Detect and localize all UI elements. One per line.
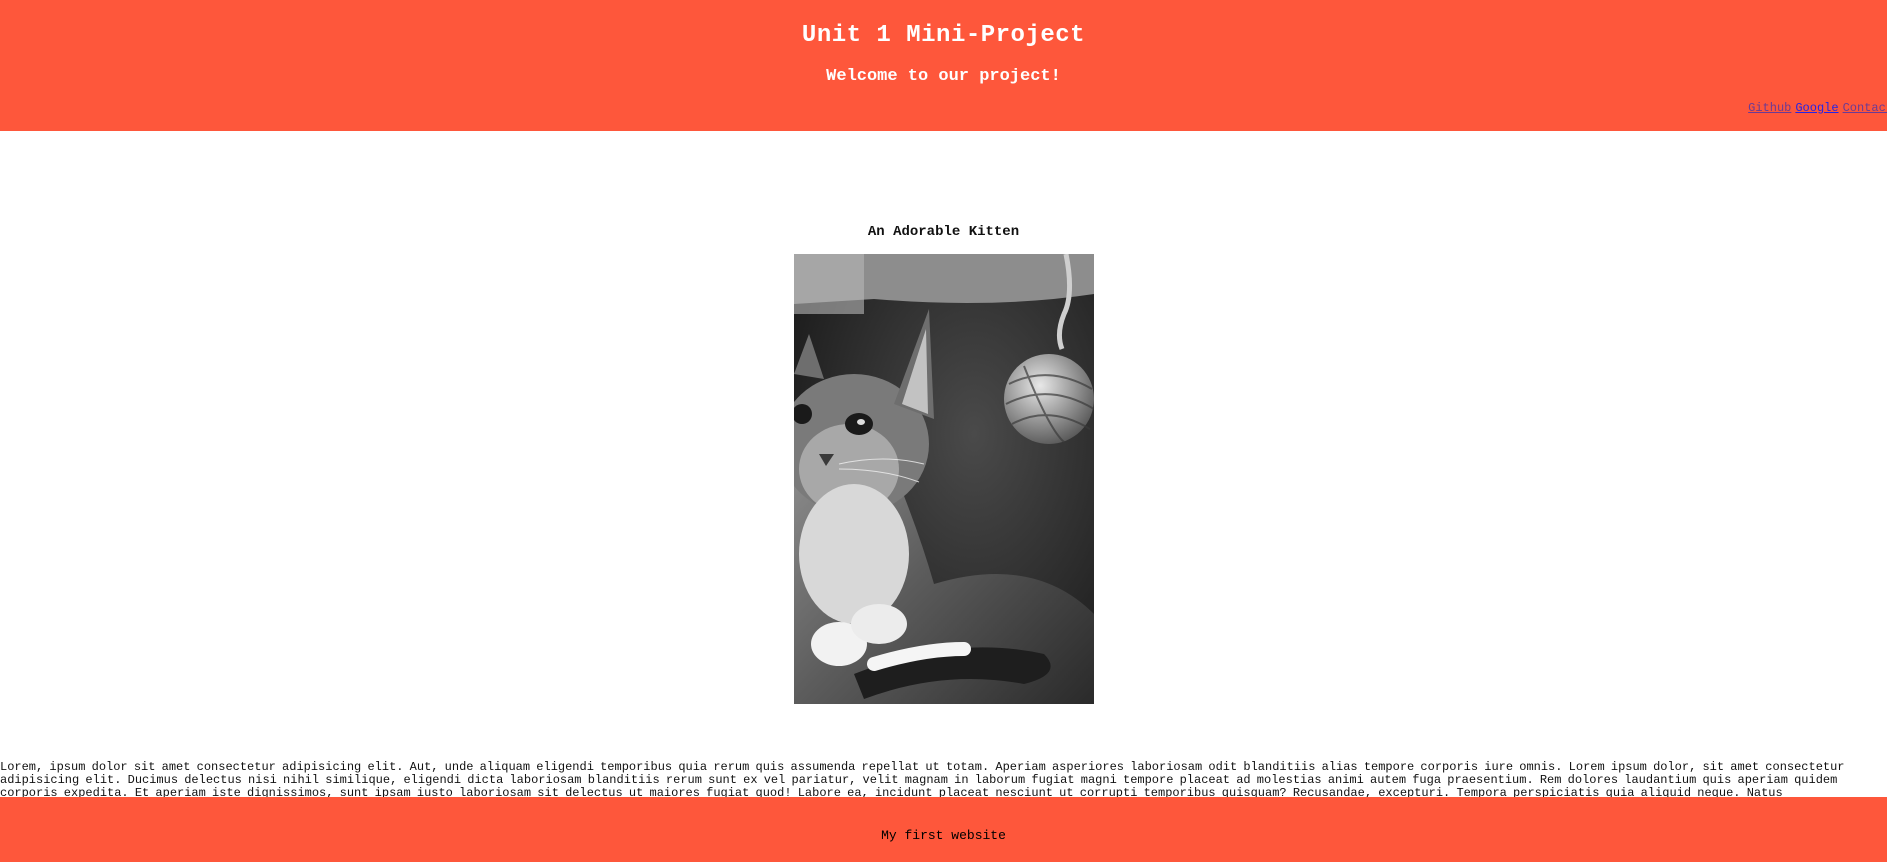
top-nav: Github Google Contact bbox=[1744, 101, 1887, 115]
nav-link-google[interactable]: Google bbox=[1795, 101, 1838, 115]
page-subtitle: Welcome to our project! bbox=[826, 67, 1061, 86]
footer-text: My first website bbox=[881, 828, 1006, 843]
nav-link-github[interactable]: Github bbox=[1748, 101, 1791, 115]
image-caption: An Adorable Kitten bbox=[867, 224, 1020, 240]
kitten-photo bbox=[794, 254, 1094, 704]
site-header: Unit 1 Mini-Project Welcome to our proje… bbox=[0, 0, 1887, 131]
page-title: Unit 1 Mini-Project bbox=[801, 22, 1086, 49]
nav-link-contact[interactable]: Contact bbox=[1843, 101, 1887, 115]
page: Unit 1 Mini-Project Welcome to our proje… bbox=[0, 0, 1887, 862]
lorem-paragraph: Lorem, ipsum dolor sit amet consectetur … bbox=[0, 761, 1845, 797]
